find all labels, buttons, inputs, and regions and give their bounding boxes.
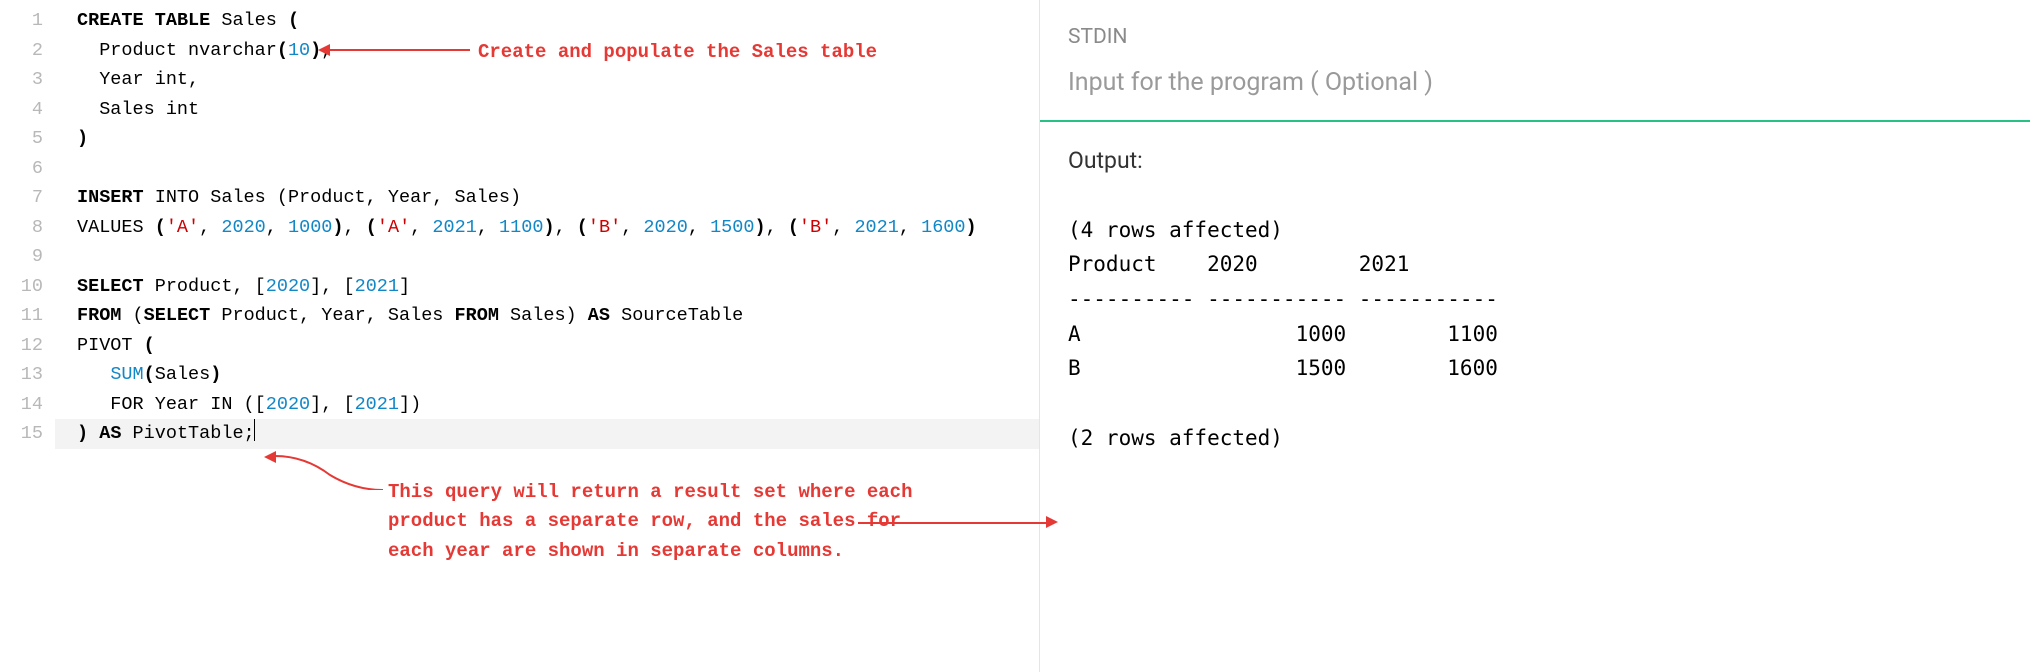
- code-line[interactable]: Sales int: [77, 95, 1039, 125]
- line-number: 13: [0, 360, 43, 390]
- code-line[interactable]: [77, 154, 1039, 184]
- line-number: 5: [0, 124, 43, 154]
- code-line[interactable]: ): [77, 124, 1039, 154]
- line-number: 3: [0, 65, 43, 95]
- line-number: 10: [0, 272, 43, 302]
- line-number: 7: [0, 183, 43, 213]
- code-line[interactable]: INSERT INTO Sales (Product, Year, Sales): [77, 183, 1039, 213]
- annotation-text-2: This query will return a result set wher…: [388, 478, 913, 566]
- io-pane: STDIN Output: (4 rows affected) Product …: [1040, 0, 2030, 672]
- line-number: 4: [0, 95, 43, 125]
- code-line[interactable]: [77, 242, 1039, 272]
- code-line[interactable]: CREATE TABLE Sales (: [77, 6, 1039, 36]
- code-line[interactable]: ) AS PivotTable;: [77, 419, 1039, 449]
- line-number: 14: [0, 390, 43, 420]
- output-section: Output: (4 rows affected) Product 2020 2…: [1040, 122, 2030, 672]
- annotation-arrow-curve: [275, 450, 385, 490]
- code-line[interactable]: VALUES ('A', 2020, 1000), ('A', 2021, 11…: [77, 213, 1039, 243]
- annotation-text-1: Create and populate the Sales table: [478, 38, 877, 67]
- line-number-gutter: 123456789101112131415: [0, 0, 55, 672]
- code-editor-pane: 123456789101112131415 CREATE TABLE Sales…: [0, 0, 1040, 672]
- stdin-section: STDIN: [1040, 0, 2030, 122]
- line-number: 15: [0, 419, 43, 449]
- line-number: 6: [0, 154, 43, 184]
- code-line[interactable]: PIVOT (: [77, 331, 1039, 361]
- code-line[interactable]: FOR Year IN ([2020], [2021]): [77, 390, 1039, 420]
- line-number: 1: [0, 6, 43, 36]
- line-number: 11: [0, 301, 43, 331]
- code-area[interactable]: CREATE TABLE Sales ( Product nvarchar(10…: [55, 0, 1039, 672]
- annotation-arrow-head-right: [1046, 516, 1058, 528]
- line-number: 2: [0, 36, 43, 66]
- code-line[interactable]: SELECT Product, [2020], [2021]: [77, 272, 1039, 302]
- code-line[interactable]: FROM (SELECT Product, Year, Sales FROM S…: [77, 301, 1039, 331]
- output-label: Output:: [1068, 144, 2002, 179]
- stdin-label: STDIN: [1068, 22, 2002, 54]
- line-number: 12: [0, 331, 43, 361]
- stdin-input[interactable]: [1068, 68, 2002, 97]
- code-line[interactable]: Year int,: [77, 65, 1039, 95]
- output-text: (4 rows affected) Product 2020 2021 ----…: [1068, 213, 2002, 455]
- line-number: 8: [0, 213, 43, 243]
- annotation-arrow-line: [330, 49, 470, 51]
- line-number: 9: [0, 242, 43, 272]
- code-line[interactable]: SUM(Sales): [77, 360, 1039, 390]
- annotation-arrow-line: [858, 522, 1046, 524]
- annotation-arrow-head: [318, 44, 330, 56]
